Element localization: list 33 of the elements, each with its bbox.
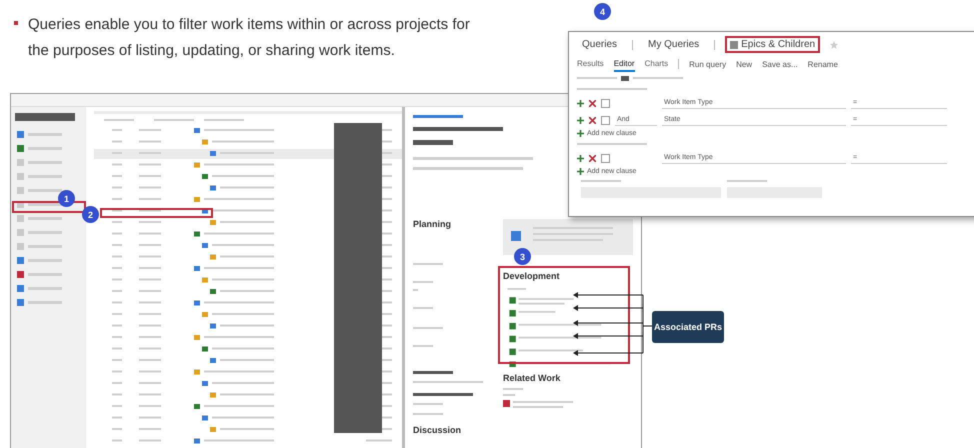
query-icon xyxy=(730,40,738,48)
bullet-icon xyxy=(14,21,18,25)
section-heading: Related Work xyxy=(503,373,560,383)
add-icon xyxy=(577,168,584,175)
current-query-title[interactable]: Epics & Children xyxy=(725,36,820,53)
tab[interactable]: Editor xyxy=(614,56,635,72)
add-icon xyxy=(577,130,584,137)
add-icon[interactable] xyxy=(577,100,584,106)
bullet-text: Queries enable you to filter work items within or across projects for the purposes of listing, updating, or sharing work items. xyxy=(28,15,471,61)
toolbar-button[interactable]: Save as... xyxy=(762,60,798,68)
add-icon[interactable] xyxy=(577,154,584,162)
delete-icon[interactable] xyxy=(589,154,596,162)
callout-label: Associated PRs xyxy=(652,311,724,343)
detail-fields-drawing xyxy=(413,371,483,415)
star-icon[interactable] xyxy=(830,40,838,48)
step-badge: 4 xyxy=(594,3,611,20)
toolbar-button[interactable]: New xyxy=(736,60,752,68)
toolbar-button[interactable]: Run query xyxy=(689,60,726,68)
tab[interactable]: Charts xyxy=(644,56,668,72)
section-heading: Discussion xyxy=(413,425,462,435)
breadcrumb-link[interactable]: My Queries xyxy=(643,36,704,53)
breadcrumb-link[interactable]: Queries xyxy=(577,36,622,53)
tab[interactable]: Results xyxy=(577,56,604,72)
related-work-drawing xyxy=(503,388,573,408)
section-heading: Development xyxy=(503,271,560,281)
section-heading: Planning xyxy=(413,219,452,229)
delete-icon[interactable] xyxy=(589,116,596,124)
checkbox[interactable] xyxy=(601,116,610,124)
add-icon[interactable] xyxy=(577,116,584,124)
checkbox[interactable] xyxy=(601,98,610,108)
toolbar-button[interactable]: Rename xyxy=(808,60,838,68)
delete-icon[interactable] xyxy=(589,100,596,106)
checkbox[interactable] xyxy=(601,154,610,162)
